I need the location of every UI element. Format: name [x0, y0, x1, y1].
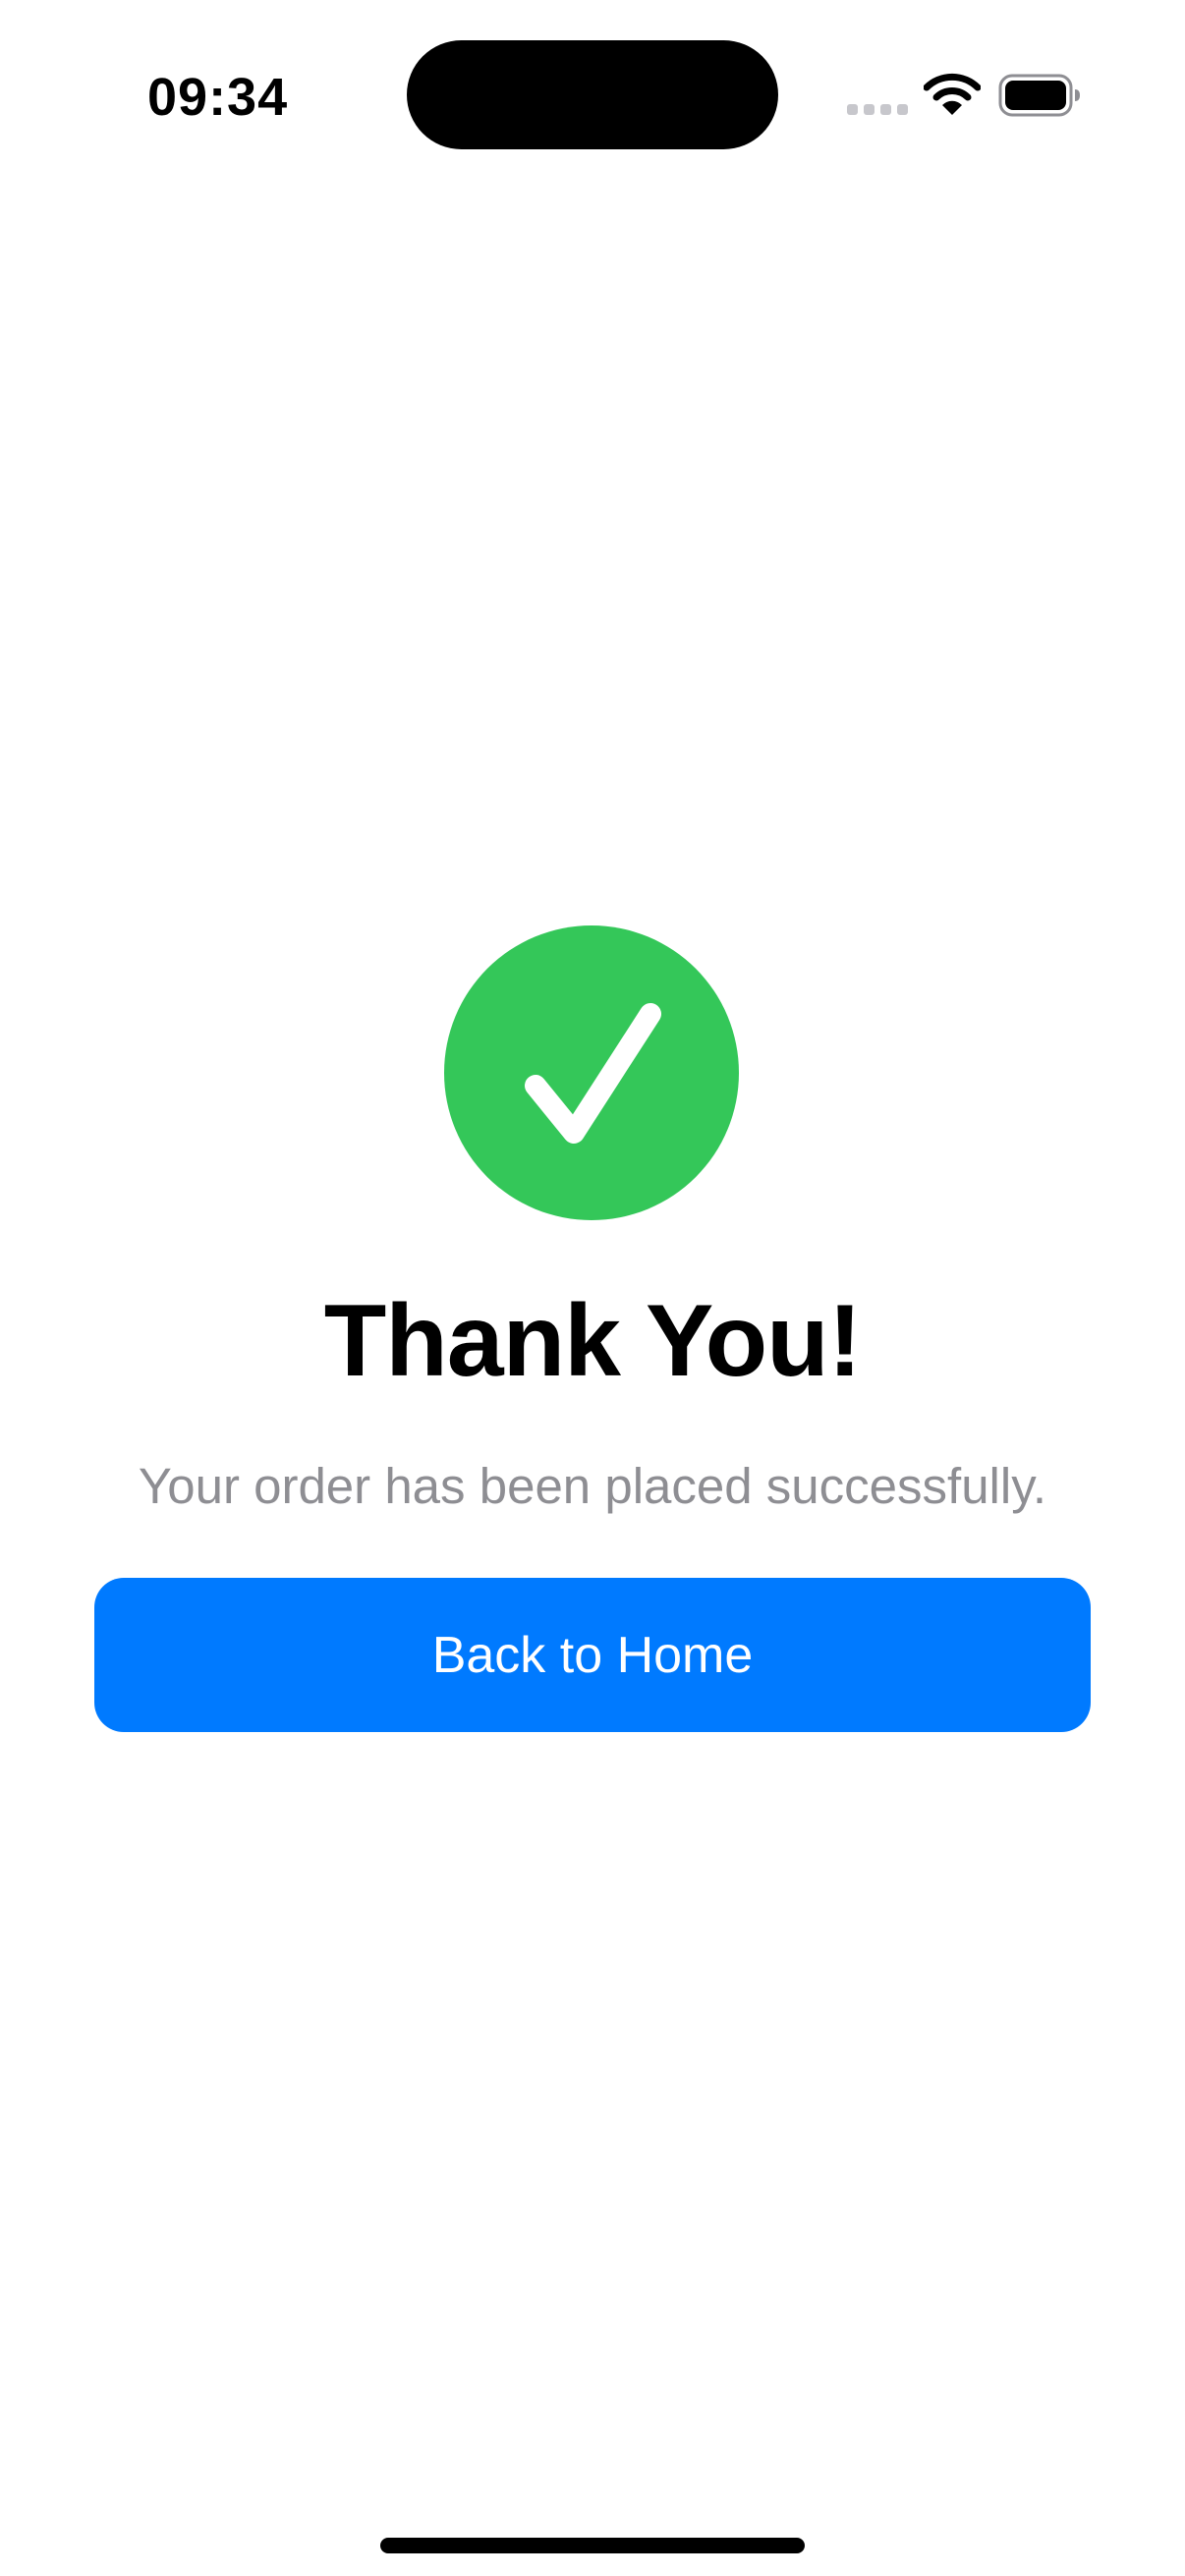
order-confirmation-message: Your order has been placed successfully. — [138, 1458, 1047, 1514]
wifi-icon — [924, 73, 981, 115]
status-bar: 09:34 — [0, 0, 1185, 187]
back-to-home-button[interactable]: Back to Home — [94, 1578, 1091, 1732]
status-time: 09:34 — [147, 68, 289, 127]
battery-icon — [998, 74, 1080, 117]
cellular-signal-icon — [847, 104, 908, 115]
page-title: Thank You! — [323, 1284, 863, 1398]
checkmark-circle-icon — [444, 925, 739, 1220]
home-indicator[interactable] — [380, 2538, 805, 2553]
dynamic-island — [407, 40, 778, 149]
